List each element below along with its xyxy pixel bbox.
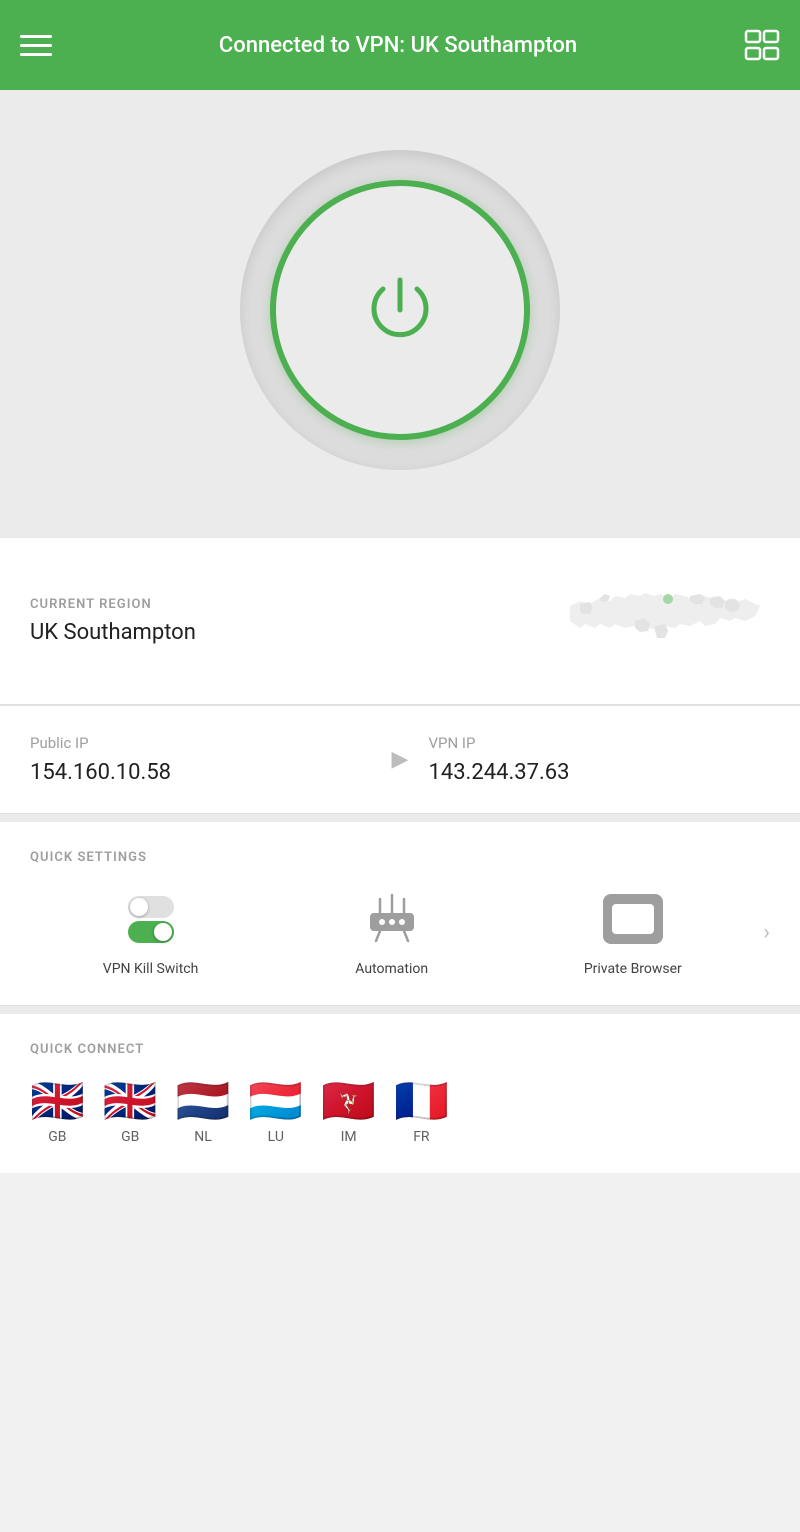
map-svg — [550, 566, 770, 676]
world-map — [550, 566, 770, 676]
vpn-kill-switch-item[interactable]: VPN Kill Switch — [30, 887, 271, 977]
quick-connect-label: QUICK CONNECT — [30, 1042, 770, 1057]
flags-row: 🇬🇧 GB 🇬🇧 GB 🇳🇱 NL 🇱🇺 LU 🇮🇲 IM 🇫🇷 FR — [30, 1079, 770, 1145]
region-label: CURRENT REGION — [30, 597, 196, 612]
menu-button[interactable] — [20, 35, 52, 56]
automation-label: Automation — [355, 961, 428, 977]
kill-switch-icon — [119, 887, 183, 951]
network-settings-button[interactable] — [744, 27, 780, 63]
flag-item-4[interactable]: 🇮🇲 IM — [321, 1079, 376, 1145]
power-outer-ring — [240, 150, 560, 470]
flag-code-0: GB — [48, 1129, 66, 1145]
flag-code-1: GB — [121, 1129, 139, 1145]
flag-emoji-3: 🇱🇺 — [248, 1079, 303, 1123]
power-section — [0, 90, 800, 530]
router-icon — [360, 887, 424, 951]
flag-item-0[interactable]: 🇬🇧 GB — [30, 1079, 85, 1145]
quick-connect-section: QUICK CONNECT 🇬🇧 GB 🇬🇧 GB 🇳🇱 NL 🇱🇺 LU 🇮🇲 IM 🇫🇷 FR — [0, 1014, 800, 1173]
region-name: UK Southampton — [30, 620, 196, 645]
toggle-on-icon — [128, 921, 174, 943]
public-ip-block: Public IP 154.160.10.58 — [30, 734, 372, 785]
ip-section: Public IP 154.160.10.58 ▶ VPN IP 143.244… — [0, 706, 800, 814]
private-browser-icon — [603, 894, 663, 944]
public-ip-value: 154.160.10.58 — [30, 760, 372, 785]
automation-item[interactable]: Automation — [271, 887, 512, 977]
header-title: Connected to VPN: UK Southampton — [52, 33, 744, 58]
quick-settings-section: QUICK SETTINGS VPN Kill Switch — [0, 822, 800, 1006]
region-section: CURRENT REGION UK Southampton — [0, 538, 800, 705]
app-header: Connected to VPN: UK Southampton — [0, 0, 800, 90]
vpn-ip-block: VPN IP 143.244.37.63 — [428, 734, 770, 785]
region-info: CURRENT REGION UK Southampton — [30, 597, 196, 645]
kill-switch-label: VPN Kill Switch — [103, 961, 199, 977]
toggle-off-icon — [128, 896, 174, 918]
power-button[interactable] — [270, 180, 530, 440]
flag-code-2: NL — [194, 1129, 212, 1145]
quick-settings-row: VPN Kill Switch — [30, 887, 770, 977]
private-browser-item[interactable]: Private Browser — [512, 887, 753, 977]
flag-emoji-0: 🇬🇧 — [30, 1079, 85, 1123]
flag-code-4: IM — [341, 1129, 357, 1145]
flag-item-5[interactable]: 🇫🇷 FR — [394, 1079, 449, 1145]
flag-emoji-4: 🇮🇲 — [321, 1079, 376, 1123]
flag-item-2[interactable]: 🇳🇱 NL — [176, 1079, 231, 1145]
flag-emoji-2: 🇳🇱 — [176, 1079, 231, 1123]
vpn-ip-value: 143.244.37.63 — [428, 760, 770, 785]
vpn-ip-label: VPN IP — [428, 734, 770, 752]
flag-item-3[interactable]: 🇱🇺 LU — [248, 1079, 303, 1145]
quick-settings-chevron-icon[interactable]: › — [753, 920, 770, 945]
public-ip-label: Public IP — [30, 734, 372, 752]
ip-arrow-icon: ▶ — [372, 747, 429, 772]
quick-settings-label: QUICK SETTINGS — [30, 850, 770, 865]
power-icon — [355, 265, 445, 355]
flag-code-3: LU — [268, 1129, 284, 1145]
private-browser-icon-container — [601, 887, 665, 951]
flag-emoji-5: 🇫🇷 — [394, 1079, 449, 1123]
flag-emoji-1: 🇬🇧 — [103, 1079, 158, 1123]
flag-code-5: FR — [413, 1129, 429, 1145]
private-browser-label: Private Browser — [584, 961, 682, 977]
flag-item-1[interactable]: 🇬🇧 GB — [103, 1079, 158, 1145]
